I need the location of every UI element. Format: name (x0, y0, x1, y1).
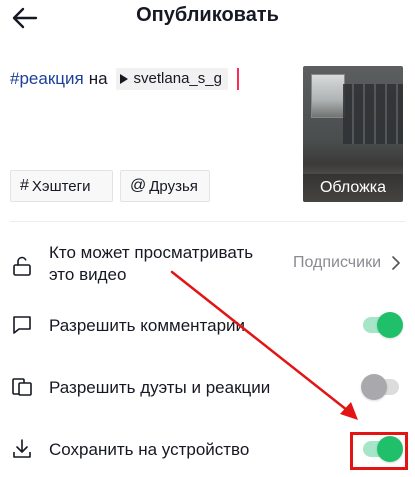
caption-connector: на (88, 69, 108, 88)
toggle-knob (377, 312, 403, 338)
annotation-highlight-box (350, 432, 408, 470)
friends-label: Друзья (149, 177, 198, 195)
comments-setting-row: Разрешить комментарии (0, 310, 415, 340)
toggle-knob (361, 374, 387, 400)
download-icon (13, 439, 31, 458)
privacy-setting-row[interactable]: Кто может просматривать это видео Подпис… (0, 240, 415, 288)
comment-icon (13, 316, 31, 334)
cover-preview-inset (311, 74, 345, 118)
hash-icon: # (20, 177, 29, 194)
hashtags-label: Хэштеги (31, 177, 91, 195)
caption-hashtag: #реакция (10, 69, 84, 88)
chevron-right-icon (392, 256, 400, 270)
cover-label: Обложка (303, 174, 403, 202)
mention-chip[interactable]: svetlana_s_g (115, 68, 228, 90)
play-icon (119, 73, 128, 84)
at-icon: @ (130, 177, 147, 194)
text-cursor (236, 68, 239, 90)
privacy-label-line2: это видео (49, 265, 127, 284)
duets-setting-row: Разрешить дуэты и реакции (0, 372, 415, 402)
lock-icon (13, 256, 31, 276)
privacy-label-line1: Кто может просматривать (49, 243, 254, 262)
comments-label: Разрешить комментарии (49, 316, 246, 335)
caption-input[interactable]: #реакция на svetlana_s_g (10, 68, 239, 90)
cover-thumbnail[interactable]: Обложка (303, 66, 403, 202)
duets-label: Разрешить дуэты и реакции (49, 378, 271, 397)
mention-username: svetlana_s_g (133, 70, 222, 87)
save-label: Сохранить на устройство (49, 440, 250, 459)
top-bar: Опубликовать (0, 0, 415, 40)
comments-toggle[interactable] (361, 312, 403, 338)
friends-button[interactable]: @ Друзья (120, 170, 210, 202)
section-divider (10, 221, 405, 222)
duet-icon (12, 378, 32, 396)
duets-toggle[interactable] (361, 374, 403, 400)
privacy-value: Подписчики (292, 254, 381, 271)
page-title: Опубликовать (136, 4, 279, 26)
cover-preview-image (343, 84, 403, 144)
hashtags-button[interactable]: # Хэштеги (10, 170, 113, 202)
